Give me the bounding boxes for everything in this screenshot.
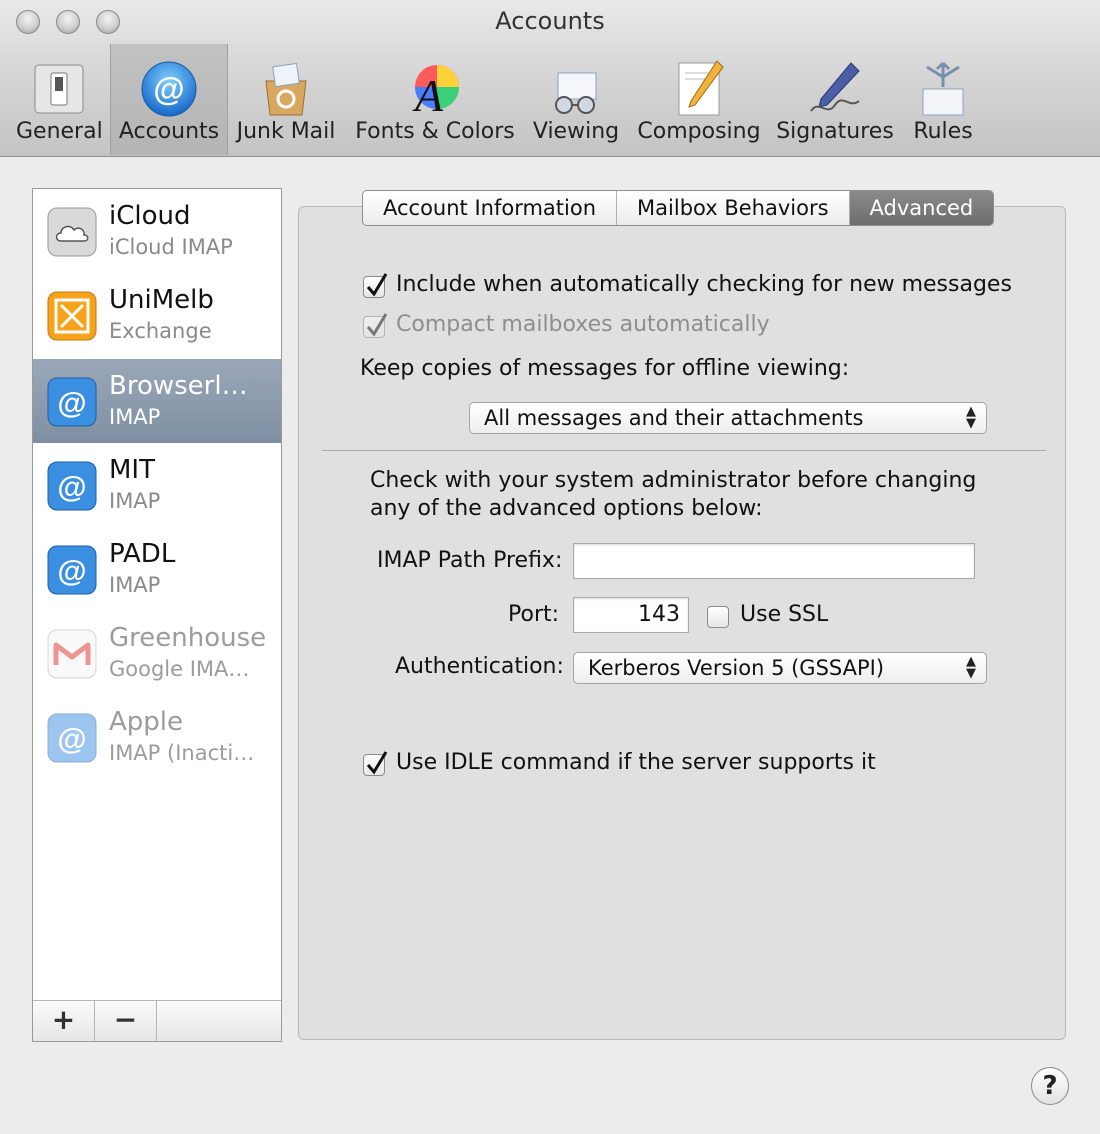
tab-mailbox-behaviors[interactable]: Mailbox Behaviors [617, 191, 850, 225]
remove-account-button[interactable]: − [95, 1001, 157, 1041]
account-item-mit[interactable]: @ MIT IMAP [33, 443, 281, 527]
port-label: Port: [508, 602, 560, 627]
account-name: Browserl… [109, 371, 248, 401]
help-button[interactable]: ? [1031, 1067, 1069, 1105]
toolbar-label: Viewing [532, 119, 620, 144]
admin-note-line1: Check with your system administrator bef… [370, 468, 977, 493]
toolbar-rules[interactable]: Rules [904, 55, 982, 155]
account-item-unimelb[interactable]: UniMelb Exchange [33, 273, 281, 357]
use-idle-label: Use IDLE command if the server supports … [396, 750, 876, 775]
icloud-icon [47, 207, 97, 257]
at-sign-icon: @ [47, 713, 97, 763]
tab-account-information[interactable]: Account Information [363, 191, 618, 225]
account-name: Greenhouse [109, 623, 267, 653]
toolbar-label: Accounts [118, 119, 220, 144]
compact-mailboxes-label: Compact mailboxes automatically [396, 312, 770, 337]
exchange-icon [47, 291, 97, 341]
toolbar-fonts-colors[interactable]: A Fonts & Colors [352, 55, 518, 155]
toolbar-label: General [16, 119, 103, 144]
compact-mailboxes-checkbox[interactable] [363, 313, 388, 338]
tab-advanced[interactable]: Advanced [849, 191, 994, 225]
account-type: IMAP (Inacti… [109, 741, 255, 765]
window-title: Accounts [495, 7, 605, 35]
authentication-value: Kerberos Version 5 (GSSAPI) [588, 656, 885, 680]
keep-copies-value: All messages and their attachments [484, 406, 864, 430]
svg-text:@: @ [57, 555, 86, 588]
at-sign-icon: @ [141, 61, 197, 117]
account-type: Google IMA… [109, 657, 250, 681]
keep-copies-label: Keep copies of messages for offline view… [360, 356, 850, 381]
toolbar-accounts[interactable]: @ Accounts [110, 44, 228, 155]
at-sign-icon: @ [47, 461, 97, 511]
toolbar-label: Junk Mail [236, 119, 336, 144]
add-account-button[interactable]: + [33, 1001, 95, 1041]
popup-arrows-icon: ▲ ▼ [966, 654, 976, 681]
account-type: Exchange [109, 319, 212, 343]
use-ssl-checkbox[interactable] [707, 606, 729, 628]
rules-icon [922, 61, 964, 116]
port-field[interactable]: 143 [573, 597, 689, 633]
gmail-icon [47, 629, 97, 679]
account-name: MIT [109, 455, 155, 485]
imap-prefix-field[interactable] [573, 543, 975, 579]
account-name: PADL [109, 539, 176, 569]
section-divider [322, 450, 1046, 451]
general-switch-icon [34, 64, 84, 114]
account-type: iCloud IMAP [109, 235, 233, 259]
toolbar-general[interactable]: General [16, 55, 103, 155]
checkmark-icon [366, 273, 388, 297]
account-item-icloud[interactable]: iCloud iCloud IMAP [33, 189, 281, 273]
junk-mail-icon [265, 62, 307, 116]
accounts-preferences-window: Accounts General @ Accounts Junk Mail A … [0, 0, 1100, 1134]
toolbar: Accounts General @ Accounts Junk Mail A … [0, 0, 1100, 157]
accounts-list: iCloud iCloud IMAP UniMelb Exchange @ Br… [32, 188, 282, 1042]
account-type: IMAP [109, 405, 161, 429]
viewing-glasses-icon [555, 72, 597, 114]
toolbar-label: Composing [637, 119, 761, 144]
imap-prefix-label: IMAP Path Prefix: [377, 548, 563, 573]
toolbar-label: Rules [913, 119, 973, 144]
account-name: UniMelb [109, 285, 214, 315]
svg-text:@: @ [153, 71, 184, 107]
account-item-apple[interactable]: @ Apple IMAP (Inacti… [33, 695, 281, 779]
toolbar-label: Signatures [776, 119, 894, 144]
account-item-greenhouse[interactable]: Greenhouse Google IMA… [33, 611, 281, 695]
account-item-padl[interactable]: @ PADL IMAP [33, 527, 281, 611]
svg-text:@: @ [57, 723, 86, 756]
composing-pencil-icon [678, 60, 724, 116]
toolbar-junk-mail[interactable]: Junk Mail [232, 55, 340, 155]
account-name: Apple [109, 707, 184, 737]
account-item-browserl[interactable]: @ Browserl… IMAP [33, 359, 281, 443]
toolbar-signatures[interactable]: Signatures [774, 55, 896, 155]
use-idle-checkbox[interactable] [363, 751, 388, 776]
port-value: 143 [638, 602, 680, 627]
toolbar-viewing[interactable]: Viewing [528, 55, 624, 155]
include-checking-label: Include when automatically checking for … [396, 272, 1012, 297]
fonts-colors-icon: A [412, 65, 459, 119]
toolbar-composing[interactable]: Composing [634, 55, 764, 155]
checkmark-icon [366, 313, 388, 337]
checkmark-icon [366, 751, 388, 775]
toolbar-label: Fonts & Colors [355, 119, 515, 144]
account-type: IMAP [109, 489, 161, 513]
svg-text:@: @ [57, 471, 86, 504]
admin-note-line2: any of the advanced options below: [370, 496, 763, 521]
authentication-popup[interactable]: Kerberos Version 5 (GSSAPI) ▲ ▼ [573, 652, 987, 684]
authentication-label: Authentication: [395, 654, 564, 679]
include-checking-checkbox[interactable] [363, 273, 388, 298]
tab-bar: Account Information Mailbox Behaviors Ad… [362, 190, 995, 226]
signature-pen-icon [810, 62, 860, 112]
popup-arrows-icon: ▲ ▼ [966, 404, 976, 431]
accounts-list-footer: + − [33, 1000, 281, 1041]
account-type: IMAP [109, 573, 161, 597]
use-ssl-label: Use SSL [740, 602, 829, 627]
keep-copies-popup[interactable]: All messages and their attachments ▲ ▼ [469, 402, 987, 434]
account-name: iCloud [109, 201, 191, 231]
at-sign-icon: @ [47, 377, 97, 427]
at-sign-icon: @ [47, 545, 97, 595]
svg-text:@: @ [57, 387, 86, 420]
svg-text:A: A [412, 70, 444, 119]
